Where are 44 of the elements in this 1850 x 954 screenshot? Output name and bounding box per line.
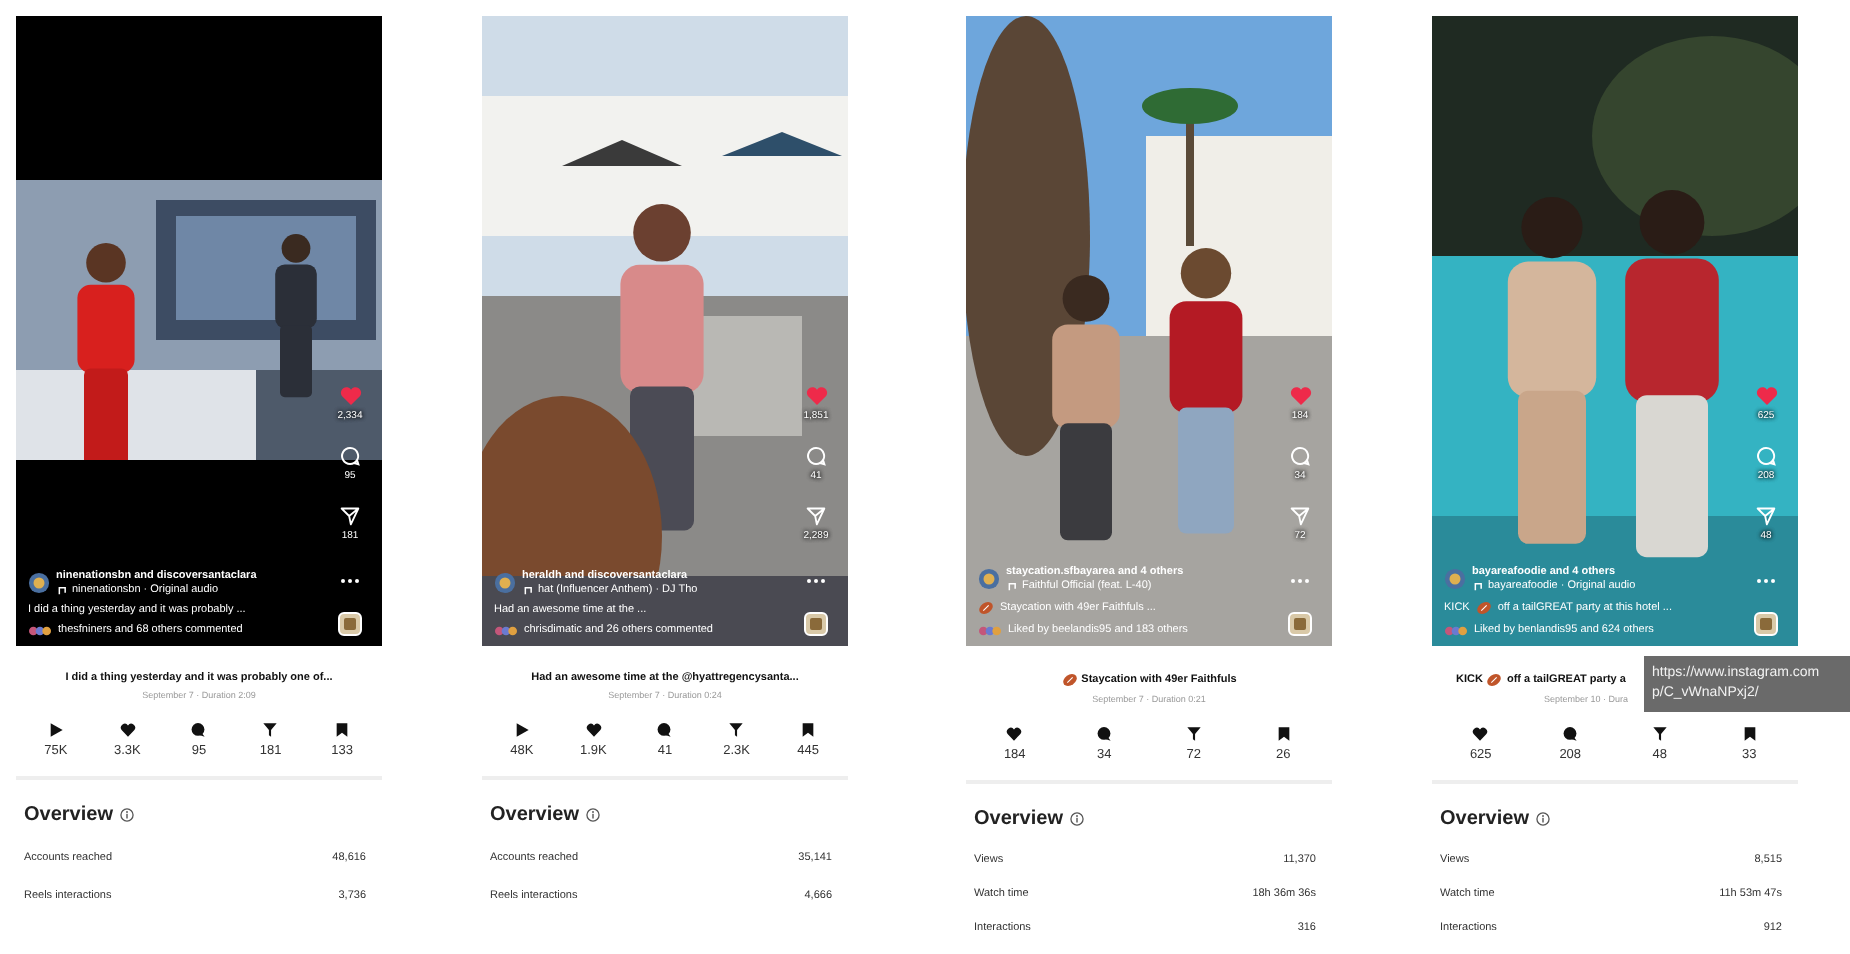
audio-thumbnail-icon[interactable] bbox=[804, 612, 828, 636]
avatars-icon bbox=[494, 625, 518, 635]
share-icon bbox=[1185, 726, 1202, 742]
bookmark-icon bbox=[800, 722, 817, 738]
bookmark-icon bbox=[1275, 726, 1292, 742]
comment-icon bbox=[656, 722, 673, 738]
overview-heading: Overview bbox=[24, 804, 113, 826]
heart-icon bbox=[119, 722, 136, 738]
info-icon[interactable] bbox=[1536, 812, 1551, 826]
more-icon[interactable] bbox=[340, 578, 360, 584]
audio-thumbnail-icon[interactable] bbox=[338, 612, 362, 636]
share-icon bbox=[728, 722, 745, 738]
comment-icon bbox=[1562, 726, 1579, 742]
avatars-icon bbox=[28, 625, 52, 635]
football-icon bbox=[978, 600, 994, 616]
football-icon bbox=[1486, 672, 1503, 688]
play-icon bbox=[47, 722, 64, 738]
info-icon[interactable] bbox=[586, 808, 601, 822]
avatars-icon bbox=[978, 625, 1002, 635]
share-icon bbox=[262, 722, 279, 738]
info-icon[interactable] bbox=[1070, 812, 1085, 826]
bookmark-icon bbox=[1741, 726, 1758, 742]
avatar-icon[interactable] bbox=[28, 572, 50, 594]
avatar-icon[interactable] bbox=[494, 572, 516, 594]
comment-icon bbox=[190, 722, 207, 738]
football-icon bbox=[1061, 672, 1078, 688]
comment-icon[interactable] bbox=[340, 446, 360, 466]
heart-icon bbox=[1006, 726, 1023, 742]
audio-thumbnail-icon[interactable] bbox=[1754, 612, 1778, 636]
info-icon[interactable] bbox=[120, 808, 135, 822]
heart-icon bbox=[1472, 726, 1489, 742]
overview-heading: Overview bbox=[490, 804, 579, 826]
share-icon[interactable] bbox=[340, 506, 360, 526]
share-icon bbox=[1651, 726, 1668, 742]
avatars-icon bbox=[1444, 625, 1468, 635]
overview-heading: Overview bbox=[974, 808, 1063, 830]
overview-heading: Overview bbox=[1440, 808, 1529, 830]
play-icon bbox=[513, 722, 530, 738]
comment-icon bbox=[1096, 726, 1113, 742]
bookmark-icon bbox=[334, 722, 351, 738]
heart-icon bbox=[585, 722, 602, 738]
football-icon bbox=[1475, 600, 1492, 616]
audio-thumbnail-icon[interactable] bbox=[1288, 612, 1312, 636]
more-icon[interactable] bbox=[806, 578, 826, 584]
